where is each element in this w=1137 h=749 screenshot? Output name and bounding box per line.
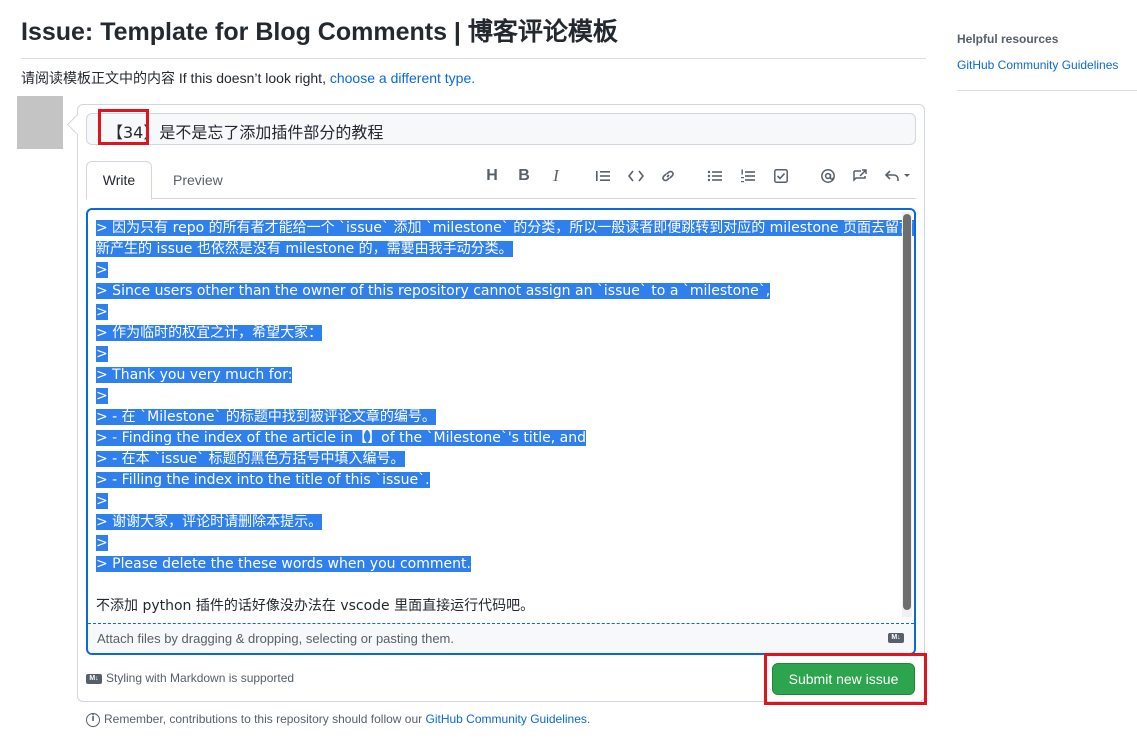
markdown-icon: M↓ xyxy=(888,633,904,643)
ordered-list-icon[interactable] xyxy=(737,166,759,186)
editor-line-text: > Thank you very much for: xyxy=(96,367,293,383)
editor-line: > Please delete the these words when you… xyxy=(96,554,906,575)
editor-line-text: > - 在 `Milestone` 的标题中找到被评论文章的编号。 xyxy=(96,409,436,425)
editor-line: > Since users other than the owner of th… xyxy=(96,281,906,302)
editor-line: > xyxy=(96,344,906,365)
choose-different-type-link[interactable]: choose a different type. xyxy=(330,70,475,86)
code-icon[interactable] xyxy=(625,166,647,186)
editor-line-text: > - 在本 `issue` 标题的黑色方括号中填入编号。 xyxy=(96,451,405,467)
editor-line: > xyxy=(96,260,906,281)
editor-line-text: > xyxy=(96,388,108,404)
community-guidelines-link[interactable]: GitHub Community Guidelines xyxy=(957,58,1137,72)
editor-line: > 因为只有 repo 的所有者才能给一个 `issue` 添加 `milest… xyxy=(96,218,914,239)
quote-icon[interactable] xyxy=(592,166,614,186)
editor-line: > xyxy=(96,533,906,554)
editor-line-text: 新产生的 issue 也依然是没有 milestone 的，需要由我手动分类。 xyxy=(96,241,513,257)
bold-icon[interactable]: B xyxy=(513,166,535,186)
editor-line: 新产生的 issue 也依然是没有 milestone 的，需要由我手动分类。 xyxy=(96,239,906,260)
editor-line-text: > xyxy=(96,535,108,551)
avatar xyxy=(17,96,63,149)
template-instruction: 请阅读模板正文中的内容 If this doesn’t look right, … xyxy=(21,68,475,88)
editor-line: > - Finding the index of the article in【… xyxy=(96,428,906,449)
editor-line-text: > Since users other than the owner of th… xyxy=(96,283,771,299)
editor-line-text: > 谢谢大家，评论时请删除本提示。 xyxy=(96,514,323,530)
editor-line: > - Filling the index into the title of … xyxy=(96,470,906,491)
remember-suffix: . xyxy=(586,712,591,726)
editor-line: > 谢谢大家，评论时请删除本提示。 xyxy=(96,512,906,533)
remember-text: Remember, contributions to this reposito… xyxy=(104,712,426,726)
markdown-note-text: Styling with Markdown is supported xyxy=(106,671,295,685)
comment-body[interactable]: > 因为只有 repo 的所有者才能给一个 `issue` 添加 `milest… xyxy=(96,218,914,617)
editor-scrollbar-thumb[interactable] xyxy=(903,214,911,610)
editor-line-text: > xyxy=(96,346,108,362)
editor-line: 不添加 python 插件的话好像没办法在 vscode 里面直接运行代码吧。 xyxy=(96,596,906,617)
editor-line: > xyxy=(96,386,906,407)
editor-line: > - 在本 `issue` 标题的黑色方括号中填入编号。 xyxy=(96,449,906,470)
task-list-icon[interactable] xyxy=(770,166,792,186)
title-divider xyxy=(21,58,926,59)
issue-title-input[interactable]: 【34】是不是忘了添加插件部分的教程 xyxy=(86,113,916,145)
editor-line: > xyxy=(96,491,906,512)
editor-line: > 作为临时的权宜之计，希望大家： xyxy=(96,323,906,344)
editor-line-text: > 作为临时的权宜之计，希望大家： xyxy=(96,325,323,341)
tab-preview[interactable]: Preview xyxy=(173,172,223,188)
tabs-divider xyxy=(86,198,916,199)
submit-new-issue-button[interactable]: Submit new issue xyxy=(772,663,915,695)
sidebar: Helpful resources GitHub Community Guide… xyxy=(957,30,1137,72)
editor-line-text: > xyxy=(96,304,108,320)
editor-line-text: > - Filling the index into the title of … xyxy=(96,472,430,488)
contribution-reminder: i Remember, contributions to this reposit… xyxy=(86,712,590,727)
markdown-note: M↓ Styling with Markdown is supported xyxy=(86,671,294,685)
reply-icon[interactable] xyxy=(882,166,914,186)
editor-line-text: > 因为只有 repo 的所有者才能给一个 `issue` 添加 `milest… xyxy=(96,220,914,236)
tab-write[interactable]: Write xyxy=(86,161,152,200)
editor-line: > - 在 `Milestone` 的标题中找到被评论文章的编号。 xyxy=(96,407,906,428)
comment-editor[interactable]: > 因为只有 repo 的所有者才能给一个 `issue` 添加 `milest… xyxy=(86,208,916,655)
markdown-icon: M↓ xyxy=(86,673,102,684)
editor-line-text: > - Finding the index of the article in【… xyxy=(96,430,587,446)
editor-line: > Thank you very much for: xyxy=(96,365,906,386)
info-icon: i xyxy=(86,712,100,727)
community-guidelines-footer-link[interactable]: GitHub Community Guidelines xyxy=(426,712,587,726)
sidebar-divider xyxy=(957,90,1137,91)
attach-files-bar[interactable]: Attach files by dragging & dropping, sel… xyxy=(88,623,914,653)
editor-line-text: > xyxy=(96,262,108,278)
editor-line: > xyxy=(96,302,906,323)
page-title: Issue: Template for Blog Comments | 博客评论… xyxy=(21,18,618,46)
attach-hint: Attach files by dragging & dropping, sel… xyxy=(97,631,454,646)
editor-line-text: 不添加 python 插件的话好像没办法在 vscode 里面直接运行代码吧。 xyxy=(96,598,535,614)
editor-line-text: > Please delete the these words when you… xyxy=(96,556,471,572)
instruction-text: 请阅读模板正文中的内容 If this doesn’t look right, xyxy=(21,70,330,86)
unordered-list-icon[interactable] xyxy=(704,166,726,186)
editor-line-text: > xyxy=(96,493,108,509)
mention-icon[interactable] xyxy=(817,166,839,186)
sidebar-heading: Helpful resources xyxy=(957,32,1059,46)
heading-icon[interactable]: H xyxy=(481,166,503,186)
cross-reference-icon[interactable] xyxy=(849,166,871,186)
italic-icon[interactable]: I xyxy=(545,166,567,186)
link-icon[interactable] xyxy=(657,166,679,186)
